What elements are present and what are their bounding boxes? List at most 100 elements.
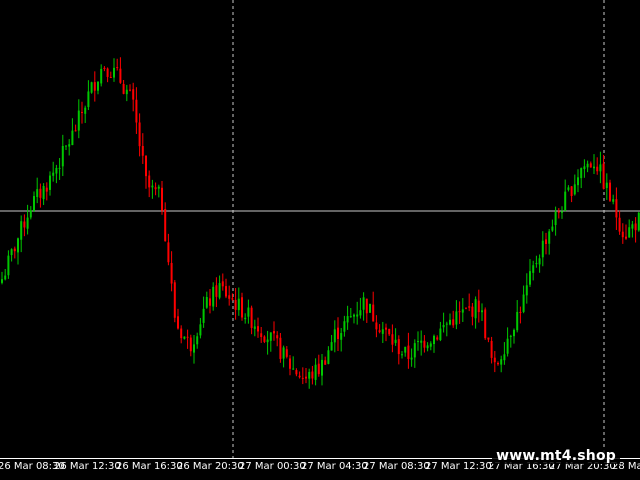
candle-body — [449, 319, 451, 325]
bear-candle — [391, 324, 394, 353]
candle-body — [244, 317, 247, 320]
bull-candle — [628, 219, 631, 238]
candle-body — [87, 91, 90, 108]
candle-body — [602, 163, 605, 189]
bull-candle — [343, 315, 346, 337]
bull-candle — [193, 334, 195, 364]
candle-body — [330, 342, 333, 351]
candle-body — [116, 67, 119, 69]
candlestick-chart[interactable] — [0, 0, 640, 458]
bull-candle — [87, 80, 90, 111]
bull-candle — [516, 300, 519, 333]
bear-candle — [74, 124, 77, 132]
bear-candle — [132, 82, 135, 112]
candle-body — [301, 377, 304, 379]
bull-candle — [356, 301, 359, 325]
bear-candle — [301, 367, 304, 385]
candle-body — [97, 81, 99, 91]
bull-candle — [605, 173, 608, 200]
bull-candle — [61, 134, 64, 177]
bull-candle — [461, 298, 464, 322]
candle-body — [519, 311, 522, 314]
bull-candle — [199, 317, 202, 339]
bull-candle — [500, 355, 503, 373]
candle-body — [311, 371, 314, 379]
candle-body — [106, 68, 109, 77]
candle-body — [381, 329, 384, 334]
bull-candle — [535, 255, 538, 268]
candle-body — [631, 224, 634, 229]
bear-candle — [295, 368, 298, 377]
candle-body — [516, 311, 519, 331]
candle-body — [410, 357, 413, 360]
candle-body — [612, 199, 615, 202]
bear-candle — [273, 321, 275, 341]
bull-candle — [55, 164, 58, 184]
bear-candle — [167, 233, 170, 266]
candle-body — [164, 208, 167, 242]
candle-body — [423, 340, 426, 348]
bull-candle — [445, 321, 448, 337]
candle-body — [346, 316, 349, 323]
candle-body — [426, 345, 429, 349]
candle-body — [589, 163, 592, 168]
bull-candle — [381, 321, 384, 344]
time-tick-label: 27 Mar 00:30 — [239, 461, 306, 472]
bull-candle — [10, 248, 13, 262]
bear-candle — [180, 325, 183, 344]
candle-body — [577, 177, 579, 186]
candle-body — [84, 107, 87, 114]
bull-candle — [513, 328, 515, 344]
bear-candle — [589, 161, 592, 168]
candle-body — [93, 82, 96, 91]
bull-candle — [308, 368, 311, 389]
candle-body — [180, 328, 183, 339]
bull-candle — [580, 167, 583, 189]
time-tick-label: 26 Mar 20:30 — [177, 461, 244, 472]
bear-candle — [385, 323, 387, 342]
candle-body — [586, 163, 589, 168]
bear-candle — [365, 298, 368, 323]
bear-candle — [164, 202, 167, 242]
candle-body — [7, 255, 10, 276]
candle-body — [228, 295, 231, 299]
bull-candle — [410, 348, 413, 367]
bear-candle — [23, 214, 26, 237]
bull-candle — [359, 297, 362, 319]
candle-body — [151, 185, 154, 188]
bull-candle — [157, 184, 160, 198]
bull-candle — [1, 271, 3, 285]
bull-candle — [503, 342, 506, 365]
bear-candle — [250, 305, 253, 335]
candle-body — [173, 282, 176, 318]
candle-body — [436, 337, 439, 340]
bull-candle — [481, 303, 483, 321]
candle-body — [26, 217, 29, 229]
bear-candle — [135, 87, 138, 134]
candle-body — [17, 238, 19, 253]
candle-body — [241, 297, 243, 318]
candle-body — [157, 186, 160, 189]
candle-body — [609, 182, 611, 201]
bear-candle — [378, 324, 381, 334]
bull-candle — [7, 250, 10, 279]
bear-candle — [298, 371, 301, 379]
bear-candle — [490, 336, 493, 364]
candle-body — [189, 337, 192, 352]
candle-body — [593, 166, 595, 169]
bear-candle — [497, 361, 499, 366]
candle-body — [253, 326, 256, 329]
candle-body — [42, 185, 45, 200]
bull-candle — [269, 332, 272, 352]
candle-body — [372, 304, 375, 322]
bear-candle — [285, 346, 288, 359]
bear-candle — [375, 315, 378, 338]
candle-body — [231, 298, 234, 300]
chart-window[interactable]: 26 Mar 08:30 26 Mar 12:30 26 Mar 16:30 2… — [0, 0, 640, 480]
bull-candle — [564, 179, 567, 212]
bear-candle — [545, 232, 547, 255]
candle-body — [269, 332, 272, 341]
candle-body — [273, 331, 275, 334]
watermark-text: www.mt4.shop — [492, 448, 620, 464]
candle-body — [596, 166, 599, 172]
